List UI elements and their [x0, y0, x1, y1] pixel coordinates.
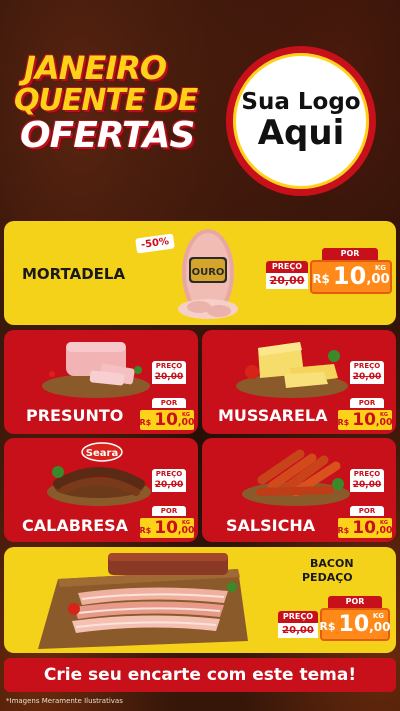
por-tag: POR [322, 248, 378, 260]
price-block: PREÇO 20,00 POR R$ 10,00 KG [276, 591, 392, 647]
preco-tag: PREÇO [278, 611, 318, 623]
new-price: R$ 10,00 KG [336, 516, 394, 540]
old-price: 20,00 [350, 479, 384, 492]
product-name: PRESUNTO [26, 406, 124, 425]
new-price: R$ 10,00 KG [138, 408, 196, 432]
mortadela-brand: OURO [192, 267, 225, 278]
product-card-salsicha[interactable]: SALSICHA PREÇO 20,00 POR R$ 10,00 KG [202, 438, 396, 542]
bacon-image [38, 553, 248, 649]
logo-placeholder: Sua Logo Aqui [226, 46, 376, 196]
presunto-image [42, 342, 150, 398]
price-cents: ,00 [177, 525, 195, 536]
price-block: PREÇO 20,00 POR R$ 10,00 KG [264, 245, 392, 305]
product-card-mortadela[interactable]: MORTADELA OURO PREÇO 20,00 POR R$ 10,00 … [4, 221, 396, 325]
preco-tag: PREÇO [266, 261, 308, 273]
price-int: 10 [352, 518, 376, 538]
disclaimer: *Imagens Meramente Ilustrativas [6, 697, 123, 705]
mortadela-image: OURO [178, 229, 238, 319]
currency: R$ [139, 418, 152, 427]
price-cents: ,00 [375, 525, 393, 536]
price-block: PREÇO 20,00 POR R$ 10,00 KG [336, 466, 394, 540]
por-tag: POR [350, 398, 384, 408]
price-cents: ,00 [369, 620, 391, 634]
por-tag: POR [152, 506, 186, 516]
currency: R$ [312, 272, 330, 286]
product-name-line-2: PEDAÇO [302, 571, 353, 584]
currency: R$ [337, 418, 350, 427]
old-price: 20,00 [266, 273, 308, 289]
price-cents: ,00 [177, 417, 195, 428]
unit: KG [182, 520, 190, 526]
product-name: MORTADELA [22, 265, 126, 283]
cta-banner[interactable]: Crie seu encarte com este tema! [4, 658, 396, 692]
price-int: 10 [332, 262, 367, 290]
unit: KG [182, 412, 190, 418]
price-block: PREÇO 20,00 POR R$ 10,00 KG [138, 466, 196, 540]
title-line-2: QUENTE DE [14, 83, 198, 118]
title-line-3: OFERTAS [20, 115, 195, 156]
product-name-line-1: BACON [310, 557, 354, 570]
product-card-presunto[interactable]: PRESUNTO PREÇO 20,00 POR R$ 10,00 KG [4, 330, 198, 434]
preco-tag: PREÇO [350, 361, 384, 371]
price-int: 10 [338, 612, 370, 637]
calabresa-brand: Seara [86, 448, 118, 459]
product-card-bacon[interactable]: BACON PEDAÇO PREÇO 20,00 POR R$ 10,00 KG [4, 547, 396, 653]
product-card-mussarela[interactable]: MUSSARELA PREÇO 20,00 POR R$ 10,00 KG [202, 330, 396, 434]
logo-text-2: Aqui [257, 112, 345, 153]
new-price: R$ 10,00 KG [336, 408, 394, 432]
currency: R$ [139, 526, 152, 535]
preco-tag: PREÇO [152, 361, 186, 371]
new-price: R$ 10,00 KG [310, 260, 392, 294]
product-name: CALABRESA [22, 516, 129, 535]
price-cents: ,00 [366, 272, 390, 287]
new-price: R$ 10,00 KG [138, 516, 196, 540]
old-price: 20,00 [152, 371, 186, 384]
header: JANEIRO QUENTE DE OFERTAS Sua Logo Aqui [0, 0, 400, 212]
preco-tag: PREÇO [350, 469, 384, 479]
unit: KG [380, 520, 388, 526]
unit: KG [372, 612, 384, 620]
por-tag: POR [328, 596, 382, 608]
preco-tag: PREÇO [152, 469, 186, 479]
campaign-title: JANEIRO QUENTE DE OFERTAS [14, 52, 214, 154]
price-block: PREÇO 20,00 POR R$ 10,00 KG [138, 358, 196, 432]
currency: R$ [319, 620, 336, 633]
price-int: 10 [154, 518, 178, 538]
title-line-1: JANEIRO [24, 49, 167, 87]
old-price: 20,00 [152, 479, 186, 492]
unit: KG [380, 412, 388, 418]
currency: R$ [337, 526, 350, 535]
price-int: 10 [352, 410, 376, 430]
new-price: R$ 10,00 KG [319, 608, 391, 641]
product-name: SALSICHA [226, 516, 316, 535]
product-name: MUSSARELA [218, 406, 328, 425]
flyer-page: JANEIRO QUENTE DE OFERTAS Sua Logo Aqui … [0, 0, 400, 711]
mussarela-image [236, 342, 348, 398]
por-tag: POR [350, 506, 384, 516]
price-cents: ,00 [375, 417, 393, 428]
product-card-calabresa[interactable]: Seara CALABRESA PREÇO 20,00 POR R$ 10,00… [4, 438, 198, 542]
logo-text-1: Sua Logo [241, 88, 361, 115]
price-block: PREÇO 20,00 POR R$ 10,00 KG [336, 358, 394, 432]
price-int: 10 [154, 410, 178, 430]
old-price: 20,00 [350, 371, 384, 384]
unit: KG [374, 264, 386, 272]
old-price: 20,00 [278, 623, 318, 638]
por-tag: POR [152, 398, 186, 408]
